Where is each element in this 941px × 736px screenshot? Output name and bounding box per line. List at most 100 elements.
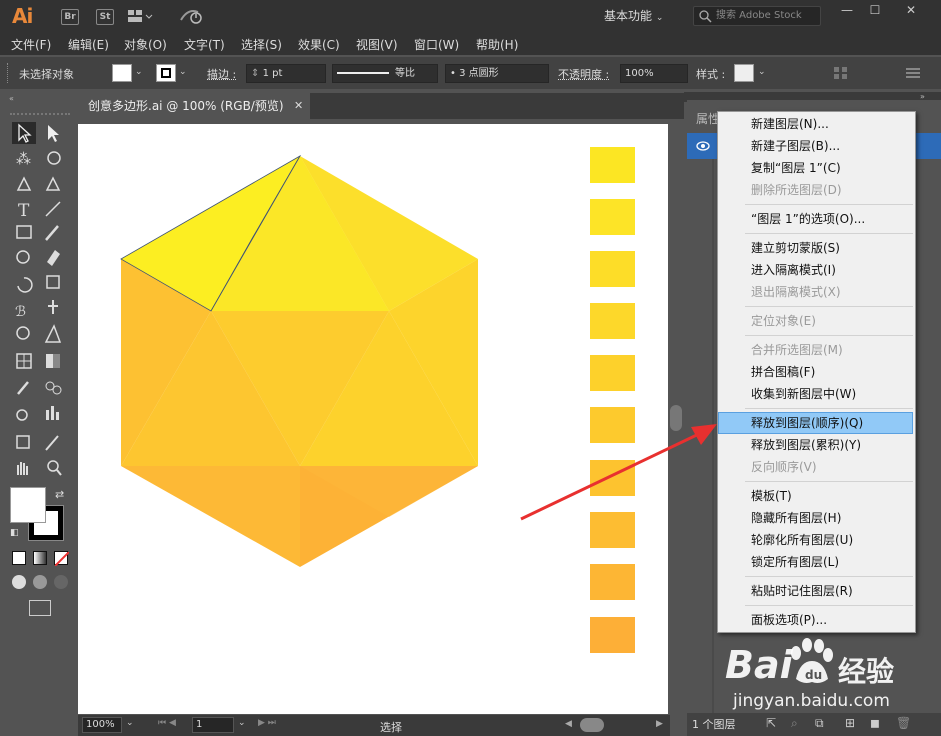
scroll-left-icon[interactable]: ◀: [565, 719, 572, 729]
scroll-right-icon[interactable]: ▶: [656, 719, 663, 729]
chevron-down-icon: ⌄: [655, 13, 664, 23]
menu-item-paste-remembers-layers[interactable]: 粘贴时记住图层(R): [751, 580, 853, 602]
zoom-field[interactable]: 100%: [82, 717, 122, 733]
opacity-label[interactable]: 不透明度 :: [558, 66, 609, 82]
tools-grip: [10, 113, 70, 117]
watermark-brand-right: 经验: [838, 655, 895, 688]
delete-layer-icon[interactable]: 🗑: [896, 716, 911, 730]
menu-item-collect-in-new-layer[interactable]: 收集到新图层中(W): [751, 383, 856, 405]
graphic-style-swatch[interactable]: [734, 64, 754, 82]
paw-logo-icon: du: [786, 637, 834, 687]
menu-item-new-sublayer[interactable]: 新建子图层(B)...: [751, 135, 840, 157]
menu-item-duplicate-layer[interactable]: 复制“图层 1”(C): [751, 157, 841, 179]
menu-file[interactable]: 文件(F): [11, 36, 51, 53]
color-swatch-9[interactable]: [590, 564, 635, 600]
draw-normal-icon[interactable]: [12, 575, 26, 589]
menu-item-lock-all-layers[interactable]: 锁定所有图层(L): [751, 551, 839, 573]
visibility-eye-icon[interactable]: [696, 140, 710, 152]
menu-item-new-layer[interactable]: 新建图层(N)...: [751, 113, 829, 135]
stock-button[interactable]: St: [96, 9, 114, 25]
color-swatch-2[interactable]: [590, 199, 635, 235]
menu-item-reverse-order: 反向顺序(V): [751, 460, 817, 474]
menu-type[interactable]: 文字(T): [184, 36, 225, 53]
watermark-url: jingyan.baidu.com: [733, 691, 890, 711]
menu-item-outline-all-layers[interactable]: 轮廓化所有图层(U): [751, 529, 853, 551]
svg-text:⁂: ⁂: [16, 150, 31, 168]
variable-width-profile[interactable]: 等比: [332, 64, 438, 83]
brush-definition[interactable]: • 3 点圆形: [445, 64, 549, 83]
menu-object[interactable]: 对象(O): [124, 36, 167, 53]
stroke-swatch[interactable]: [156, 64, 176, 82]
close-button[interactable]: ✕: [898, 2, 924, 18]
menu-item-layer-options[interactable]: “图层 1”的选项(O)...: [751, 208, 865, 230]
color-swatch-10[interactable]: [590, 617, 635, 653]
panel-menu-icon[interactable]: [906, 67, 920, 79]
menu-item-panel-options[interactable]: 面板选项(P)...: [751, 609, 827, 631]
align-icon[interactable]: [834, 67, 848, 79]
sync-icon[interactable]: [178, 6, 204, 26]
swap-colors-icon[interactable]: ⇄: [55, 488, 64, 501]
locate-object-icon[interactable]: ⌕: [791, 716, 798, 731]
svg-text:T: T: [18, 201, 30, 221]
svg-text:du: du: [805, 668, 822, 682]
menu-item-template[interactable]: 模板(T): [751, 485, 792, 507]
artboard-nav-prev-icon[interactable]: ⏮ ◀: [158, 718, 176, 728]
export-icon[interactable]: ⇱: [766, 716, 776, 730]
opacity-field[interactable]: 100%: [620, 64, 688, 83]
menu-effect[interactable]: 效果(C): [298, 36, 340, 53]
clipping-mask-icon[interactable]: ⧉: [815, 716, 824, 731]
collapse-panel-icon[interactable]: «: [9, 94, 14, 103]
menu-window[interactable]: 窗口(W): [414, 36, 459, 53]
artboard-nav-next-icon[interactable]: ▶ ⏭: [258, 718, 276, 728]
color-swatch-1[interactable]: [590, 147, 635, 183]
chevron-down-icon[interactable]: ⌄: [135, 67, 143, 77]
menu-item-enter-isolation[interactable]: 进入隔离模式(I): [751, 259, 836, 281]
menu-separator: [745, 335, 913, 336]
draw-inside-icon[interactable]: [54, 575, 68, 589]
menu-edit[interactable]: 编辑(E): [68, 36, 109, 53]
none-mode-icon[interactable]: [54, 551, 69, 566]
arrange-documents-icon[interactable]: [128, 9, 153, 23]
new-layer-icon[interactable]: ◼: [870, 716, 880, 730]
default-colors-icon[interactable]: ◧: [10, 528, 19, 538]
color-mode-icon[interactable]: [12, 551, 26, 565]
menu-item-locate-object: 定位对象(E): [751, 314, 816, 328]
new-sublayer-icon[interactable]: ⊞: [845, 716, 855, 730]
menu-select[interactable]: 选择(S): [241, 36, 282, 53]
menu-view[interactable]: 视图(V): [356, 36, 398, 53]
tools-panel: ⁂ T ℬ: [10, 120, 70, 620]
fill-color-box[interactable]: [10, 487, 46, 523]
color-swatch-4[interactable]: [590, 303, 635, 339]
screen-mode-icon[interactable]: [29, 600, 51, 616]
menu-item-release-to-layers-build[interactable]: 释放到图层(累积)(Y): [751, 434, 861, 456]
chevron-down-icon[interactable]: ⌄: [238, 718, 246, 728]
stroke-weight-field[interactable]: ⇕ 1 pt: [246, 64, 326, 83]
menu-separator: [745, 233, 913, 234]
workspace-switcher[interactable]: 基本功能 ⌄: [604, 7, 663, 24]
menu-item-release-to-layers-sequence[interactable]: 释放到图层(顺序)(Q): [751, 412, 863, 434]
menu-separator: [745, 605, 913, 606]
maximize-button[interactable]: ☐: [864, 2, 886, 18]
fill-swatch[interactable]: [112, 64, 132, 82]
gradient-mode-icon[interactable]: [33, 551, 47, 565]
menu-item-hide-all-layers[interactable]: 隐藏所有图层(H): [751, 507, 841, 529]
menu-item-make-clipping-mask[interactable]: 建立剪切蒙版(S): [751, 237, 840, 259]
color-swatch-3[interactable]: [590, 251, 635, 287]
draw-behind-icon[interactable]: [33, 575, 47, 589]
menu-help[interactable]: 帮助(H): [476, 36, 518, 53]
close-tab-icon[interactable]: ✕: [294, 99, 303, 112]
style-label: 样式 :: [696, 68, 726, 81]
artboard-number-field[interactable]: 1: [192, 717, 234, 733]
menu-separator: [745, 306, 913, 307]
document-tab[interactable]: 创意多边形.ai @ 100% (RGB/预览): [78, 93, 310, 119]
color-swatch-5[interactable]: [590, 355, 635, 391]
minimize-button[interactable]: —: [836, 2, 858, 18]
horizontal-scrollbar-thumb[interactable]: [580, 718, 604, 732]
chevron-down-icon[interactable]: ⌄: [758, 67, 766, 77]
chevron-down-icon[interactable]: ⌄: [126, 718, 134, 728]
menu-item-flatten-artwork[interactable]: 拼合图稿(F): [751, 361, 815, 383]
stroke-label[interactable]: 描边 :: [207, 66, 236, 82]
chevron-down-icon[interactable]: ⌄: [179, 67, 187, 77]
bridge-button[interactable]: Br: [61, 9, 79, 25]
app-logo: Ai: [12, 4, 33, 28]
